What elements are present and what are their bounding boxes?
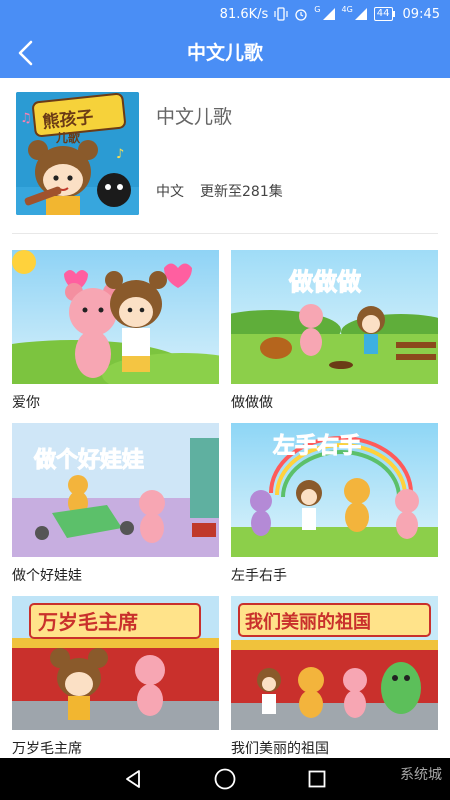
alarm-icon: [294, 7, 308, 21]
song-thumbnail: 左手右手: [231, 423, 438, 557]
network-speed: 81.6K/s: [219, 6, 269, 22]
song-title: 左手右手: [231, 568, 287, 584]
song-banner-text: 左手右手: [273, 433, 361, 459]
song-card[interactable]: 我们美丽的祖国 我们美丽的祖国: [231, 596, 438, 758]
song-thumbnail: 做个好娃娃: [12, 423, 219, 557]
song-banner-text: 做做做: [288, 268, 361, 296]
battery-icon: 44: [373, 7, 395, 21]
signal-icon-2: [354, 7, 368, 21]
album-title: 中文儿歌: [156, 106, 233, 128]
square-recents-icon: [308, 770, 326, 788]
song-thumbnail: 万岁毛主席: [12, 596, 219, 730]
song-banner-text: 做个好娃娃: [33, 447, 144, 473]
song-card[interactable]: 万岁毛主席 万岁毛主席: [12, 596, 219, 758]
song-card[interactable]: 左手右手 左手右手: [231, 423, 438, 585]
song-title: 万岁毛主席: [12, 741, 82, 757]
navigation-bar: 系统城: [0, 758, 450, 800]
song-card[interactable]: 爱你: [12, 250, 219, 412]
divider: [12, 233, 438, 234]
triangle-back-icon: [126, 770, 140, 788]
album-language: 中文: [156, 184, 184, 200]
album-episode-count: 更新至281集: [200, 184, 283, 200]
signal-icon: [322, 7, 336, 21]
song-thumbnail: 我们美丽的祖国: [231, 596, 438, 730]
album-cover-image: 熊孩子 儿歌 ♪ ♫: [16, 92, 139, 215]
watermark: 系统城: [400, 767, 442, 783]
album-header: 熊孩子 儿歌 ♪ ♫ 中文儿歌 中文 更新至281集: [16, 92, 434, 217]
nav-home-button[interactable]: [195, 758, 255, 800]
song-title: 我们美丽的祖国: [231, 741, 329, 757]
svg-text:♫: ♫: [20, 111, 32, 126]
vibrate-icon: [274, 7, 288, 21]
song-title: 做做做: [231, 395, 273, 411]
song-thumbnail: 做做做: [231, 250, 438, 384]
song-banner-text: 万岁毛主席: [37, 610, 138, 634]
back-button[interactable]: [6, 33, 46, 73]
song-card[interactable]: 做个好娃娃 做个好娃娃: [12, 423, 219, 585]
song-banner-text: 我们美丽的祖国: [245, 611, 371, 633]
nav-back-button[interactable]: [103, 758, 163, 800]
page-title: 中文儿歌: [186, 42, 263, 64]
nav-recents-button[interactable]: [287, 758, 347, 800]
song-card[interactable]: 做做做 做做做: [231, 250, 438, 412]
title-bar: 中文儿歌: [0, 28, 450, 78]
status-bar: 81.6K/s G 4G 44 09:45: [0, 0, 450, 28]
network-type-label: 4G: [341, 4, 353, 14]
song-thumbnail: [12, 250, 219, 384]
song-title: 做个好娃娃: [12, 568, 82, 584]
album-meta: 中文 更新至281集: [156, 181, 283, 201]
circle-home-icon: [214, 768, 236, 790]
svg-text:儿歌: 儿歌: [55, 130, 81, 145]
song-title: 爱你: [12, 395, 40, 411]
signal-label: G: [314, 4, 321, 14]
clock: 09:45: [402, 6, 440, 22]
chevron-left-icon: [18, 40, 33, 66]
svg-text:♪: ♪: [116, 147, 124, 162]
